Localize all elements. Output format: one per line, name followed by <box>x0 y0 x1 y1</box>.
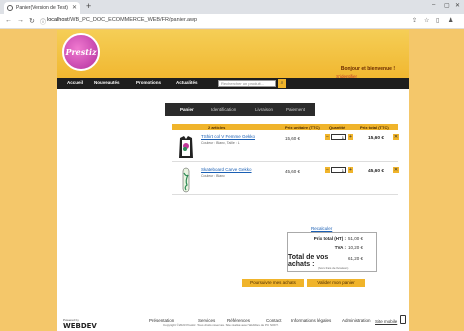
address-bar: ← → ↻ ⓘ localhost/WB_PC_DOC_ECOMMERCE_WE… <box>0 14 464 29</box>
qty-plus-button[interactable]: + <box>348 167 353 173</box>
continue-shopping-button[interactable]: Poursuivre mes achats <box>242 279 304 287</box>
step-livraison: Livraison <box>255 107 274 112</box>
menu-item-promotions[interactable]: Promotions <box>136 80 161 85</box>
col-articles: 2 articles <box>208 125 226 130</box>
sidebar-icon[interactable]: ▯ <box>436 17 439 24</box>
favicon-icon <box>7 5 13 11</box>
url-path: /WB_PC_DOC_ECOMMERCE_WEB/FR/panier.awp <box>68 17 198 23</box>
footer-link-legal[interactable]: Informations légales <box>291 318 331 323</box>
delete-item-icon[interactable]: ✕ <box>393 134 399 140</box>
menu-item-accueil[interactable]: Accueil <box>67 80 83 85</box>
site-logo[interactable]: Prestiz <box>62 33 100 71</box>
site-header: Prestiz Bonjour et bienvenue ! S'identif… <box>57 30 409 85</box>
unit-price: 45,60 € <box>285 169 301 174</box>
row-total: 15,60 € <box>368 136 385 141</box>
grand-total-value: 61,20 € <box>348 256 364 261</box>
qty-plus-button[interactable]: + <box>348 134 353 140</box>
quantity-field[interactable]: 1 <box>331 167 346 173</box>
copyright-text: Copyright ©2023 Prestiz. Tous droits rés… <box>163 323 279 327</box>
product-options: Couleur : Blanc <box>201 174 225 178</box>
col-unit-price: Prix unitaire (TTC) <box>285 125 320 130</box>
minimize-icon[interactable]: – <box>432 2 435 8</box>
tab-title: Panier(Version de Test) <box>16 5 68 11</box>
product-name-link[interactable]: Skateboard Carve Gekko <box>201 167 252 172</box>
bookmark-star-icon[interactable]: ☆ <box>424 17 429 24</box>
totals-box: Prix total (HT) : 51,00 € TVA : 10,20 € … <box>287 232 377 272</box>
maximize-icon[interactable]: ▢ <box>444 2 450 9</box>
menu-item-actualites[interactable]: Actualités <box>176 80 198 85</box>
cart-table-header: 2 articles Prix unitaire (TTC) Quantité … <box>172 124 398 130</box>
webdev-logo: WEBDEV <box>63 322 97 330</box>
step-paiement: Paiement <box>286 107 306 112</box>
footer-link-admin[interactable]: Administration <box>342 318 371 323</box>
col-total-price: Prix total (TTC) <box>360 125 389 130</box>
web-page: Prestiz Bonjour et bienvenue ! S'identif… <box>57 30 409 331</box>
tshirt-image[interactable] <box>176 134 196 160</box>
close-tab-icon[interactable]: ✕ <box>72 4 77 11</box>
qty-minus-button[interactable]: − <box>325 167 330 173</box>
info-icon[interactable]: ⓘ <box>40 17 46 26</box>
url-host: localhost <box>47 17 69 23</box>
product-options: Couleur : Blanc, Taille : L <box>201 141 240 145</box>
unit-price: 15,60 € <box>285 136 301 141</box>
main-menu: Accueil Nouveautés Promotions Actualités… <box>57 78 409 89</box>
profile-icon[interactable]: ♟ <box>448 17 453 24</box>
search-icon[interactable]: ⌕ <box>278 79 286 88</box>
search-input[interactable]: Rechercher un produit... <box>218 80 276 87</box>
tva-label: TVA : <box>334 245 346 250</box>
recalculate-link[interactable]: Recalculer <box>311 226 332 231</box>
row-total: 45,60 € <box>368 169 385 174</box>
logo-text: Prestiz <box>65 47 97 57</box>
subtotal-label: Prix total (HT) : <box>313 236 346 241</box>
menu-item-nouveautes[interactable]: Nouveautés <box>94 80 120 85</box>
webdev-badge[interactable]: Powered by WEBDEV <box>63 318 97 330</box>
shipping-note: (hors frais de livraison) <box>318 266 349 270</box>
cart-row: TShirt col V Femme Gekko Couleur : Blanc… <box>172 132 399 162</box>
tva-value: 10,20 € <box>348 245 364 250</box>
validate-cart-button[interactable]: Valider mon panier <box>307 279 365 287</box>
qty-minus-button[interactable]: − <box>325 134 330 140</box>
subtotal-value: 51,00 € <box>348 236 364 241</box>
back-icon[interactable]: ← <box>5 17 12 24</box>
col-quantity: Quantité <box>329 125 346 130</box>
skateboard-image[interactable] <box>176 167 196 193</box>
delete-item-icon[interactable]: ✕ <box>393 167 399 173</box>
checkout-steps: Panier Identification Livraison Paiement <box>165 103 315 116</box>
step-panier: Panier <box>180 107 194 112</box>
close-window-icon[interactable]: ✕ <box>455 2 460 9</box>
cart-row: Skateboard Carve Gekko Couleur : Blanc 4… <box>172 165 399 195</box>
browser-tab-bar: Panier(Version de Test) ✕ + – ▢ ✕ <box>0 0 464 14</box>
reload-icon[interactable]: ↻ <box>29 17 35 25</box>
mobile-phone-icon[interactable] <box>400 315 406 324</box>
forward-icon[interactable]: → <box>17 17 24 24</box>
mobile-site-link[interactable]: Site mobile <box>375 319 397 324</box>
product-name-link[interactable]: TShirt col V Femme Gekko <box>201 134 255 139</box>
step-identification: Identification <box>211 107 237 112</box>
share-icon[interactable]: ⇪ <box>412 17 417 24</box>
quantity-field[interactable]: 1 <box>331 134 346 140</box>
browser-tab[interactable]: Panier(Version de Test) ✕ <box>4 2 80 14</box>
welcome-text: Bonjour et bienvenue ! <box>340 66 395 72</box>
url-field[interactable]: localhost/WB_PC_DOC_ECOMMERCE_WEB/FR/pan… <box>47 17 197 23</box>
new-tab-icon[interactable]: + <box>86 1 91 11</box>
